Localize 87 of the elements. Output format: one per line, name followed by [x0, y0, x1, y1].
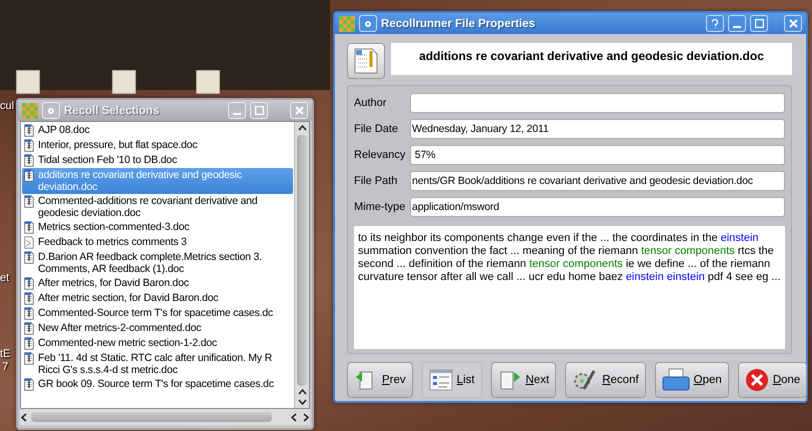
file-list-item[interactable]: additions re covariant derivative and geodesic deviation.doc [22, 168, 293, 194]
printer-icon [662, 368, 690, 392]
horizontal-scrollbar[interactable] [20, 409, 310, 425]
close-button[interactable] [784, 15, 802, 32]
pin-icon [364, 20, 372, 28]
scroll-right-icon[interactable] [301, 412, 310, 422]
window-menu-button[interactable] [42, 102, 60, 119]
document-icon-button[interactable] [347, 43, 385, 79]
scroll-up-icon[interactable] [298, 388, 306, 397]
desktop-icon-label[interactable]: cul [0, 100, 14, 114]
document-icon [24, 378, 34, 391]
desktop-file-icon[interactable] [112, 70, 136, 94]
file-list-item[interactable]: Commented-new metric section-1-2.doc [22, 336, 293, 351]
document-icon [24, 169, 34, 182]
property-field[interactable] [410, 92, 785, 112]
toolbar-button[interactable]: List [422, 362, 482, 398]
close-icon [294, 106, 304, 115]
maximize-button[interactable] [750, 15, 768, 32]
minimize-button[interactable] [228, 102, 246, 119]
property-field[interactable]: nents/GR Book/additions re covariant derivative and geodesic deviation.doc [410, 170, 785, 190]
toolbar-button[interactable]: Next [490, 362, 556, 398]
toolbar-button[interactable]: Prev [347, 362, 413, 398]
scroll-down-icon[interactable] [298, 397, 306, 406]
field-label: Relevancy [354, 148, 404, 160]
window-title: Recoll Selections [64, 104, 160, 116]
document-icon [24, 195, 34, 208]
document-icon [24, 221, 34, 234]
document-icon [24, 322, 34, 335]
list-icon [428, 369, 453, 391]
desktop-icon-label[interactable]: tE 7 [0, 348, 10, 374]
scroll-left-icon[interactable] [20, 412, 29, 422]
property-field[interactable]: 57% [410, 144, 785, 164]
document-icon [24, 139, 34, 152]
desktop-file-icon[interactable] [16, 70, 40, 94]
file-list-item[interactable]: New After metrics-2-commented.doc [22, 321, 293, 336]
toolbar-button[interactable]: Reconf [565, 362, 646, 398]
scroll-up-icon[interactable] [298, 124, 306, 133]
document-icon [24, 124, 34, 137]
document-icon [24, 251, 34, 264]
document-icon [24, 277, 34, 290]
document-icon [24, 292, 34, 305]
file-list-item[interactable]: Commented-Source term T's for spacetime cases.dc [22, 306, 293, 321]
file-list-item[interactable]: Feb '11. 4d st Static. RTC calc after unification. My R Ricci G's s.s.s.4-d st metric.doc [22, 351, 293, 377]
file-list-item[interactable]: AJP 08.doc [22, 123, 293, 138]
close-button[interactable] [290, 102, 308, 119]
close-icon [744, 368, 769, 392]
file-list-item[interactable]: Tidal section Feb '10 to DB.doc [22, 153, 293, 168]
vertical-scrollbar[interactable] [294, 122, 309, 408]
toolbar-button[interactable]: Open [654, 362, 729, 398]
text-snippet: to its neighbor its components change even if the ... the coordinates in the einstein summation convention the fact ... meaning of the riemann tensor components rtcs the second ... definition of the riemann tensor components ie we define ... of the riemann curvature tensor after all we call ... ucr edu home baez einstein einstein pdf 4 see eg ... [354, 226, 785, 349]
file-list-item[interactable]: Interior, pressure, but flat space.doc [22, 138, 293, 153]
minimize-icon [733, 26, 741, 28]
window-title: Recollrunner File Properties [381, 18, 536, 30]
maximize-icon [254, 106, 264, 115]
field-label: Author [354, 96, 388, 108]
document-icon [24, 307, 34, 320]
minimize-icon [233, 112, 241, 114]
document-icon [24, 337, 34, 350]
minimize-button[interactable] [728, 15, 746, 32]
desktop-file-icon[interactable] [196, 70, 220, 94]
pin-icon [47, 106, 55, 114]
file-list-item[interactable]: Feedback to metrics comments 3 [22, 235, 293, 250]
file-list-item[interactable]: After metric section, for David Baron.doc [22, 291, 293, 306]
desktop-icon-label[interactable]: et [0, 272, 10, 286]
file-list-item[interactable]: D.Barion AR feedback complete.Metrics section 3. Comments, AR feedback (1).doc [22, 250, 293, 276]
field-label: File Date [354, 122, 400, 134]
file-list-item[interactable]: GR book 09. Source term T's for spacetime cases.dc [22, 377, 293, 392]
field-label: File Path [354, 174, 398, 186]
field-label: Mime-type [354, 200, 404, 212]
property-field[interactable]: application/msword [410, 196, 785, 216]
document-icon [24, 154, 34, 167]
document-icon [24, 352, 34, 365]
toolbar-button[interactable]: Done [738, 362, 808, 398]
file-list-item[interactable]: Metrics section-commented-3.doc [22, 220, 293, 235]
property-field[interactable]: Wednesday, January 12, 2011 [410, 118, 785, 138]
file-name-title: additions re covariant derivative and geodesic deviation.doc [391, 43, 792, 75]
text-file-icon [24, 236, 34, 249]
help-icon [711, 18, 719, 28]
file-list-item[interactable]: Commented-additions re covariant derivative and geodesic deviation.doc [22, 194, 293, 220]
maximize-icon [754, 19, 764, 28]
close-icon [788, 19, 798, 28]
window-menu-button[interactable] [359, 15, 377, 32]
file-list-item[interactable]: After metrics, for David Baron.doc [22, 276, 293, 291]
help-button[interactable] [706, 15, 724, 32]
maximize-button[interactable] [250, 102, 268, 119]
scroll-left-icon[interactable] [290, 412, 299, 422]
title-bar[interactable]: Recollrunner File Properties [335, 13, 806, 34]
